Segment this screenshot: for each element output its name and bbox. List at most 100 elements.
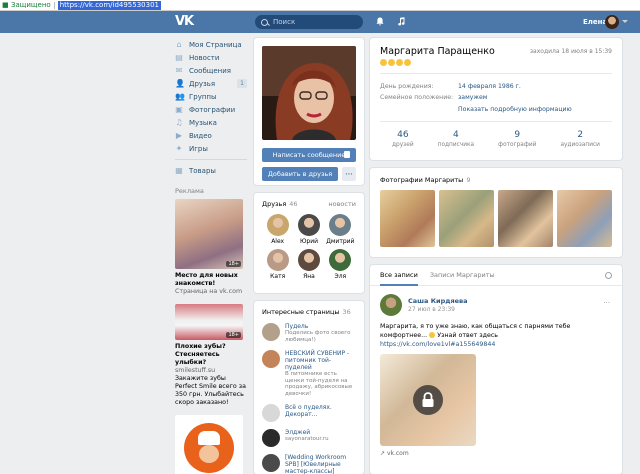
- friend-name[interactable]: Эля: [335, 273, 347, 280]
- wall-search-icon[interactable]: [605, 272, 612, 279]
- page-name[interactable]: НЕВСКИЙ СУВЕНИР - питомник той-пуделей: [285, 350, 356, 371]
- search-box[interactable]: [255, 15, 363, 29]
- post-source[interactable]: ↗ vk.com: [380, 450, 612, 457]
- pages-title[interactable]: Интересные страницы: [262, 308, 340, 316]
- sidebar-item-1[interactable]: ▤ Новости: [175, 51, 247, 64]
- profile-stat[interactable]: 4 подписчика: [438, 130, 474, 148]
- post-menu-icon[interactable]: ···: [603, 299, 610, 307]
- tab-all-posts[interactable]: Все записи: [380, 265, 418, 286]
- page-name[interactable]: [Wedding Workroom SPB] [Ювелирные мастер…: [285, 454, 356, 474]
- photos-title[interactable]: Фотографии Маргариты: [380, 176, 463, 184]
- interesting-page-item[interactable]: [Wedding Workroom SPB] [Ювелирные мастер…: [262, 454, 356, 474]
- vk-logo[interactable]: VK: [175, 15, 197, 29]
- post-date[interactable]: 27 июл в 23:39: [408, 306, 468, 313]
- bell-icon[interactable]: [376, 17, 384, 26]
- page-avatar[interactable]: [262, 429, 280, 447]
- info-value[interactable]: 14 февраля 1986 г.: [458, 81, 521, 92]
- post-source-label[interactable]: vk.com: [387, 450, 409, 457]
- friend-name[interactable]: Alex: [271, 238, 284, 245]
- chevron-down-icon[interactable]: [622, 20, 628, 23]
- sidebar-item-5[interactable]: ▣ Фотографии: [175, 103, 247, 116]
- interesting-page-item[interactable]: Пудель Поделись фото своего любимца!): [262, 323, 356, 343]
- add-friend-button[interactable]: Добавить в друзья: [262, 167, 338, 181]
- friend-avatar[interactable]: [266, 249, 289, 271]
- page-avatar[interactable]: [262, 323, 280, 341]
- search-input[interactable]: [273, 18, 363, 26]
- interesting-page-item[interactable]: НЕВСКИЙ СУВЕНИР - питомник той-пуделей В …: [262, 350, 356, 397]
- stat-number[interactable]: 9: [514, 130, 520, 140]
- friend-name[interactable]: Юрий: [300, 238, 318, 245]
- stat-label[interactable]: друзей: [392, 142, 414, 148]
- sidebar-item-3[interactable]: 👤 Друзья 1: [175, 77, 247, 90]
- friend-avatar[interactable]: [297, 249, 320, 271]
- friend-item[interactable]: Alex: [262, 214, 293, 245]
- friend-avatar[interactable]: [329, 249, 352, 271]
- page-name[interactable]: Всё о пуделях. Декорат...: [285, 404, 356, 418]
- friend-name[interactable]: Дмитрий: [326, 238, 354, 245]
- info-value[interactable]: замужем: [458, 92, 487, 103]
- stat-number[interactable]: 2: [577, 130, 583, 140]
- sidebar-item-9[interactable]: ▦ Товары: [175, 164, 247, 177]
- page-avatar[interactable]: [262, 454, 280, 472]
- ad-image[interactable]: [175, 415, 243, 474]
- ad-image[interactable]: 18+: [175, 304, 243, 340]
- friend-item[interactable]: Юрий: [293, 214, 324, 245]
- profile-stat[interactable]: 46 друзей: [392, 130, 414, 148]
- friend-item[interactable]: Яна: [293, 249, 324, 280]
- sidebar-item-0[interactable]: ⌂ Моя Страница: [175, 38, 247, 51]
- pages-header[interactable]: Интересные страницы 36: [262, 308, 356, 316]
- ad-3[interactable]: [175, 415, 247, 474]
- ad-image[interactable]: 18+: [175, 199, 243, 269]
- tab-owner-posts[interactable]: Записи Маргариты: [430, 265, 495, 286]
- stat-label[interactable]: подписчика: [438, 142, 474, 148]
- stat-label[interactable]: фотографий: [498, 142, 536, 148]
- photo-thumbnail[interactable]: [439, 190, 494, 247]
- post-link[interactable]: https://vk.com/love1vl#a155649844: [380, 341, 495, 348]
- show-more-info-link[interactable]: Показать подробную информацию: [458, 103, 612, 117]
- friend-item[interactable]: Эля: [325, 249, 356, 280]
- friends-updates-link[interactable]: новости: [328, 200, 356, 208]
- friend-name[interactable]: Яна: [303, 273, 315, 280]
- photo-thumbnail[interactable]: [380, 190, 435, 247]
- post-author-avatar[interactable]: [380, 294, 402, 316]
- stat-number[interactable]: 4: [453, 130, 459, 140]
- photos-header[interactable]: Фотографии Маргариты 9: [380, 176, 612, 184]
- interesting-page-item[interactable]: Элджей sayonaratour.ru: [262, 429, 356, 447]
- page-avatar[interactable]: [262, 404, 280, 422]
- gift-icon[interactable]: [344, 151, 350, 158]
- photo-thumbnail[interactable]: [557, 190, 612, 247]
- sidebar-item-2[interactable]: ✉ Сообщения: [175, 64, 247, 77]
- music-icon[interactable]: [397, 17, 405, 26]
- user-avatar[interactable]: [605, 15, 619, 29]
- ad-domain[interactable]: smilestuff.su: [175, 367, 247, 375]
- page-name[interactable]: Пудель: [285, 323, 356, 330]
- profile-stat[interactable]: 9 фотографий: [498, 130, 536, 148]
- page-avatar[interactable]: [262, 350, 280, 368]
- friend-item[interactable]: Катя: [262, 249, 293, 280]
- user-name[interactable]: Елена: [583, 18, 607, 26]
- ad-1[interactable]: 18+ Место для новых знакомств! Страница …: [175, 199, 247, 296]
- sidebar-item-6[interactable]: ♫ Музыка: [175, 116, 247, 129]
- send-message-button[interactable]: Написать сообщение: [262, 148, 356, 162]
- ad-title[interactable]: Плохие зубы? Стесняетесь улыбки?: [175, 343, 247, 367]
- url-field[interactable]: https://vk.com/id495530301: [57, 0, 161, 10]
- sidebar-item-8[interactable]: ✦ Игры: [175, 142, 247, 155]
- friends-title[interactable]: Друзья: [262, 200, 286, 208]
- profile-avatar[interactable]: [262, 46, 356, 140]
- post-author[interactable]: Саша Кирдяева: [408, 297, 468, 305]
- friend-avatar[interactable]: [266, 214, 289, 236]
- sidebar-item-4[interactable]: 👥 Группы: [175, 90, 247, 103]
- friend-avatar[interactable]: [297, 214, 320, 236]
- friend-item[interactable]: Дмитрий: [325, 214, 356, 245]
- stat-number[interactable]: 46: [397, 130, 408, 140]
- profile-stat[interactable]: 2 аудиозаписи: [560, 130, 599, 148]
- post-image[interactable]: [380, 354, 476, 446]
- stat-label[interactable]: аудиозаписи: [560, 142, 599, 148]
- ad-domain[interactable]: Страница на vk.com: [175, 288, 247, 296]
- ad-title[interactable]: Место для новых знакомств!: [175, 272, 247, 288]
- page-name[interactable]: Элджей: [285, 429, 329, 436]
- more-actions-button[interactable]: ···: [342, 167, 356, 181]
- friends-header[interactable]: Друзья 46 новости: [262, 200, 356, 208]
- sidebar-item-7[interactable]: ▶ Видео: [175, 129, 247, 142]
- photo-thumbnail[interactable]: [498, 190, 553, 247]
